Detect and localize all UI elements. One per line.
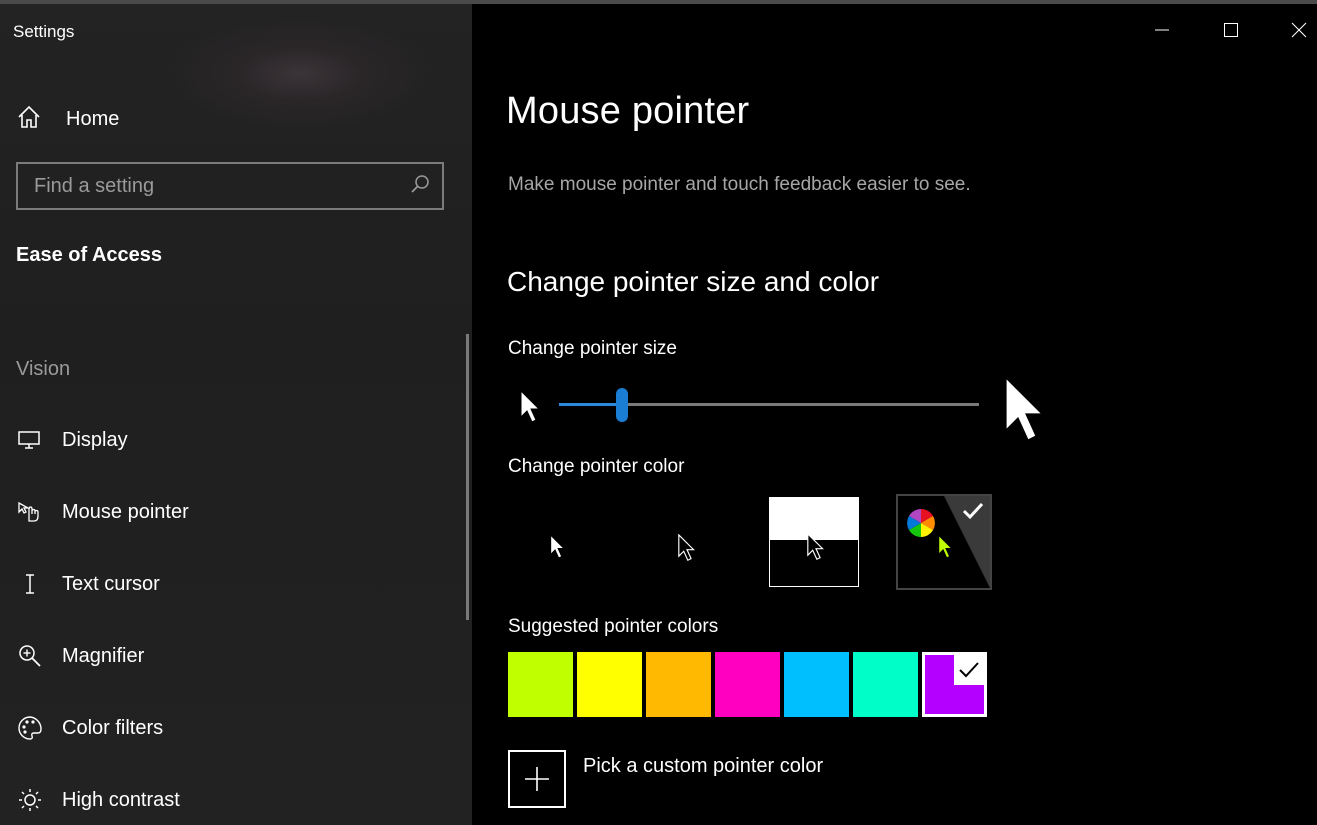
pointer-color-label: Change pointer color: [508, 456, 685, 477]
large-pointer-icon: [1004, 376, 1048, 449]
sidebar-item-label: Display: [62, 428, 128, 451]
selected-corner: [954, 655, 984, 685]
hand-pointer-icon: [16, 498, 44, 526]
pointer-size-label: Change pointer size: [508, 338, 677, 359]
plus-icon: [525, 767, 549, 791]
color-swatch[interactable]: [646, 652, 711, 717]
section-title: Ease of Access: [16, 244, 163, 266]
pointer-color-black[interactable]: [640, 496, 732, 588]
sidebar-item-display[interactable]: Display: [16, 420, 456, 460]
color-swatch[interactable]: [577, 652, 642, 717]
sidebar-item-label: Mouse pointer: [62, 500, 189, 523]
sun-icon: [16, 786, 44, 814]
text-cursor-icon: [16, 570, 44, 598]
checkmark-icon: [962, 502, 984, 520]
sidebar-item-text-cursor[interactable]: Text cursor: [16, 564, 456, 604]
magnifier-icon: [16, 642, 44, 670]
pointer-size-slider-fill: [559, 403, 622, 406]
color-swatch[interactable]: [853, 652, 918, 717]
monitor-icon: [16, 426, 44, 454]
sidebar: Settings Home Find a setting Ease of Acc…: [0, 4, 472, 825]
pointer-size-slider-thumb[interactable]: [616, 388, 628, 422]
color-swatch[interactable]: [922, 652, 987, 717]
custom-pointer-icon: [938, 534, 954, 559]
sidebar-item-label: Text cursor: [62, 572, 160, 595]
sidebar-item-label: High contrast: [62, 788, 180, 811]
page-title: Mouse pointer: [506, 90, 750, 132]
search-box[interactable]: Find a setting: [16, 162, 444, 210]
color-swatch[interactable]: [784, 652, 849, 717]
color-wheel-icon: [907, 509, 935, 537]
section-heading: Change pointer size and color: [507, 266, 880, 297]
custom-color-label[interactable]: Pick a custom pointer color: [583, 755, 823, 778]
main-content: Mouse pointer Make mouse pointer and tou…: [472, 4, 1317, 825]
home-icon: [16, 104, 42, 135]
small-pointer-icon: [520, 389, 542, 429]
sidebar-item-label: Color filters: [62, 716, 164, 739]
window-title: Settings: [13, 22, 75, 41]
add-custom-color-button[interactable]: [508, 750, 566, 808]
home-label: Home: [66, 107, 120, 130]
pointer-color-inverted[interactable]: [769, 497, 859, 587]
sidebar-item-color-filters[interactable]: Color filters: [16, 708, 456, 748]
checkmark-icon: [959, 662, 979, 678]
page-description: Make mouse pointer and touch feedback ea…: [508, 174, 971, 195]
sidebar-item-label: Magnifier: [62, 644, 145, 667]
sidebar-item-magnifier[interactable]: Magnifier: [16, 636, 456, 676]
pointer-color-custom[interactable]: [896, 494, 992, 590]
sidebar-scrollbar[interactable]: [466, 334, 469, 620]
palette-icon: [16, 714, 44, 742]
sidebar-item-mouse-pointer[interactable]: Mouse pointer: [16, 492, 456, 532]
pointer-color-white[interactable]: [512, 496, 604, 588]
search-input[interactable]: Find a setting: [34, 175, 410, 198]
color-swatch[interactable]: [508, 652, 573, 717]
color-swatch[interactable]: [715, 652, 780, 717]
suggested-colors-label: Suggested pointer colors: [508, 616, 719, 637]
group-label-vision: Vision: [16, 358, 71, 380]
search-icon[interactable]: [410, 174, 430, 199]
sidebar-item-high-contrast[interactable]: High contrast: [16, 780, 456, 820]
home-link[interactable]: Home: [16, 102, 456, 136]
